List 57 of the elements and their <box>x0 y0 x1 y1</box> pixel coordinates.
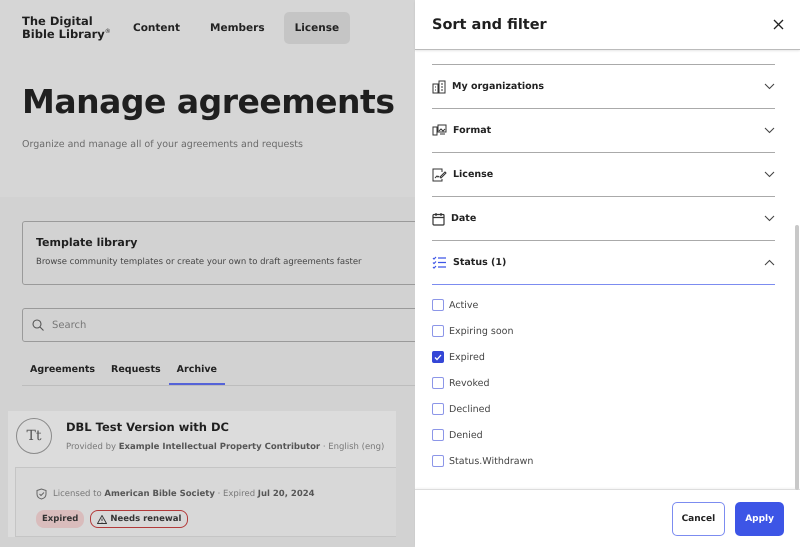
chevron-icon <box>764 171 775 178</box>
tab[interactable]: Requests <box>103 364 169 385</box>
warning-badge: Needs renewal <box>90 510 188 528</box>
checkbox[interactable] <box>432 377 444 389</box>
license-info: Licensed to American Bible Society · Expired Jul 20, 2024 <box>53 489 315 499</box>
agreement-provider: Provided by Example Intellectual Property Contributor · English (eng) <box>66 442 384 452</box>
filter-section[interactable]: License <box>432 153 775 197</box>
cancel-button[interactable]: Cancel <box>672 502 726 536</box>
tab[interactable]: Archive <box>168 364 225 385</box>
page-title: Manage agreements <box>22 82 396 121</box>
chevron-icon <box>764 83 775 90</box>
checkbox[interactable] <box>432 455 444 467</box>
avatar: Tt <box>16 418 52 454</box>
card-description: Browse community templates or create your own to draft agreements faster <box>36 257 363 267</box>
warning-icon <box>97 514 108 524</box>
option-label: Expiring soon <box>449 326 514 336</box>
filter-section[interactable]: My organizations <box>432 65 775 109</box>
checklist-icon <box>432 256 447 269</box>
close-icon[interactable] <box>773 19 784 30</box>
apply-button[interactable]: Apply <box>735 502 784 536</box>
document-pen-icon <box>432 168 447 182</box>
agreement-card[interactable]: Tt DBL Test Version with DC Provided by Example Intellectual Property Contributor · English (eng) Licensed to American Bible Society · Expired Jul 20, 2024 Expired Needs renewal <box>8 411 396 537</box>
scrollbar[interactable] <box>795 225 799 490</box>
filter-section[interactable]: Date <box>432 197 775 241</box>
search-icon <box>32 319 44 331</box>
option-label: Status.Withdrawn <box>449 456 534 466</box>
chevron-icon <box>764 259 775 266</box>
search-field[interactable]: Search <box>22 308 415 342</box>
logo[interactable]: The Digital Bible Library$^{®}$ <box>22 14 112 42</box>
chevron-icon <box>764 127 775 134</box>
option-label: Declined <box>449 404 491 414</box>
template-library-card[interactable]: Template library Browse community templates or create your own to draft agreements faster <box>22 221 415 285</box>
checkbox[interactable] <box>432 351 444 363</box>
checkbox[interactable] <box>432 403 444 415</box>
nav-item[interactable]: Members <box>199 12 276 44</box>
option-label: Revoked <box>449 378 490 388</box>
checkbox[interactable] <box>432 325 444 337</box>
chevron-icon <box>764 215 775 222</box>
filter-section[interactable]: Format <box>432 109 775 153</box>
card-title: Template library <box>36 236 138 249</box>
nav-item[interactable]: Content <box>122 12 192 44</box>
agreement-title: DBL Test Version with DC <box>66 420 230 434</box>
tab[interactable]: Agreements <box>22 364 104 385</box>
page-subtitle: Organize and manage all of your agreements and requests <box>22 139 304 150</box>
format-icon <box>432 124 447 137</box>
filter-section[interactable]: Status (1) <box>432 241 775 285</box>
status-badge: Expired <box>36 510 84 528</box>
calendar-icon <box>432 212 445 226</box>
nav-item[interactable]: License <box>284 12 350 44</box>
shield-check-icon <box>36 488 47 500</box>
option-label: Active <box>449 300 478 310</box>
option-label: Expired <box>449 352 485 362</box>
checkbox[interactable] <box>432 429 444 441</box>
panel-title: Sort and filter <box>432 16 547 32</box>
option-label: Denied <box>449 430 483 440</box>
buildings-icon <box>432 80 446 94</box>
checkbox[interactable] <box>432 299 444 311</box>
